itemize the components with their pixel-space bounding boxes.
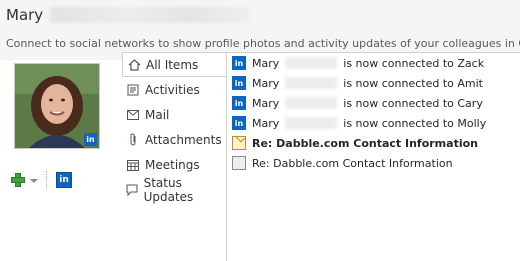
redacted-surname — [285, 97, 338, 109]
linkedin-icon: in — [84, 133, 97, 146]
activities-icon — [126, 83, 140, 97]
linkedin-icon: in — [232, 76, 246, 90]
redacted-surname — [50, 7, 251, 23]
nav-item-all-items[interactable]: All Items — [122, 52, 226, 77]
nav-item-label: Status Updates — [143, 175, 194, 204]
redacted-surname — [285, 57, 338, 69]
nav-item-label: Attachments — [145, 132, 222, 147]
activity-feed: in Mary is now connected to Zack in Mary… — [226, 52, 520, 261]
feed-item-linkedin[interactable]: in Mary is now connected to Molly — [227, 113, 520, 133]
people-pane-nav: All Items Activities Mail Attachments Me… — [122, 52, 226, 204]
chevron-down-icon[interactable] — [30, 179, 38, 183]
contact-name-row: Mary — [6, 6, 251, 24]
feed-item-linkedin[interactable]: in Mary is now connected to Zack — [227, 53, 520, 73]
feed-item-name: Mary — [252, 56, 280, 70]
envelope-icon — [232, 136, 246, 150]
contact-name: Mary — [6, 6, 44, 24]
nav-item-status-updates[interactable]: Status Updates — [122, 175, 226, 204]
feed-item-text: is now connected to Cary — [343, 96, 483, 110]
status-icon — [126, 183, 139, 197]
feed-item-subject: Re: Dabble.com Contact Information — [252, 136, 478, 150]
feed-item-mail-read[interactable]: Re: Dabble.com Contact Information — [227, 153, 520, 173]
add-network-icon[interactable] — [10, 172, 26, 188]
redacted-surname — [285, 117, 338, 129]
feed-item-text: is now connected to Molly — [343, 116, 487, 130]
open-envelope-icon — [232, 156, 246, 170]
nav-item-activities[interactable]: Activities — [122, 77, 226, 102]
nav-item-attachments[interactable]: Attachments — [122, 127, 226, 152]
nav-item-label: Mail — [145, 107, 170, 122]
feed-item-text: is now connected to Zack — [343, 56, 485, 70]
contact-actions: in — [10, 171, 72, 189]
profile-photo: in — [14, 63, 100, 149]
calendar-icon — [126, 158, 140, 172]
linkedin-icon: in — [232, 96, 246, 110]
nav-item-meetings[interactable]: Meetings — [122, 152, 226, 177]
feed-item-text: is now connected to Amit — [343, 76, 483, 90]
feed-item-mail-unread[interactable]: Re: Dabble.com Contact Information — [227, 133, 520, 153]
feed-item-subject: Re: Dabble.com Contact Information — [252, 156, 453, 170]
linkedin-icon: in — [232, 116, 246, 130]
contact-header: Mary Connect to social networks to show … — [0, 0, 520, 60]
paperclip-icon — [126, 133, 140, 147]
social-connect-notice[interactable]: Connect to social networks to show profi… — [6, 37, 520, 50]
feed-item-name: Mary — [252, 96, 280, 110]
linkedin-network-button[interactable]: in — [56, 172, 72, 188]
linkedin-icon: in — [232, 56, 246, 70]
feed-item-linkedin[interactable]: in Mary is now connected to Amit — [227, 73, 520, 93]
mail-icon — [126, 108, 140, 122]
feed-item-linkedin[interactable]: in Mary is now connected to Cary — [227, 93, 520, 113]
feed-item-name: Mary — [252, 116, 280, 130]
feed-item-name: Mary — [252, 76, 280, 90]
nav-item-label: Activities — [145, 82, 200, 97]
redacted-surname — [285, 77, 338, 89]
nav-item-label: Meetings — [145, 157, 200, 172]
separator — [46, 171, 48, 189]
nav-item-label: All Items — [146, 57, 199, 72]
home-icon — [127, 58, 141, 72]
nav-item-mail[interactable]: Mail — [122, 102, 226, 127]
